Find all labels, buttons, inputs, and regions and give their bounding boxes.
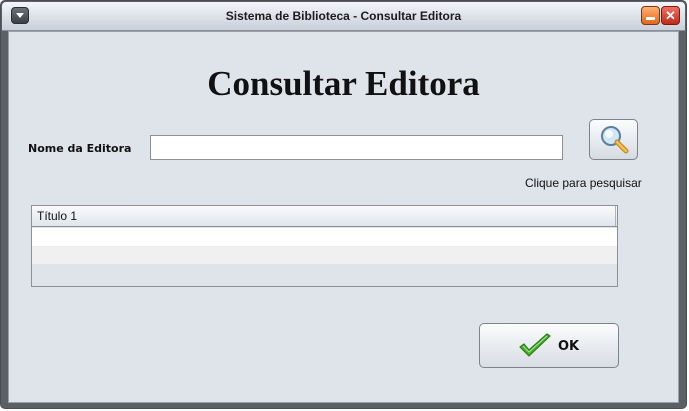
window-title: Sistema de Biblioteca - Consultar Editor… (225, 9, 462, 23)
publisher-name-label: Nome da Editora (28, 142, 132, 155)
table-row[interactable] (32, 228, 617, 246)
results-table: Título 1 (31, 205, 618, 287)
minimize-button[interactable] (641, 6, 660, 25)
form-panel: Consultar Editora Nome da Editora Clique… (8, 31, 679, 403)
publisher-name-input[interactable] (150, 135, 563, 160)
page-title: Consultar Editora (207, 64, 480, 103)
checkmark-icon (519, 333, 551, 357)
ok-button-label: OK (558, 339, 580, 354)
close-button[interactable]: ✕ (661, 6, 680, 25)
table-row[interactable] (32, 246, 617, 264)
magnifier-icon (601, 126, 629, 154)
table-header: Título 1 (32, 206, 617, 227)
search-hint: Clique para pesquisar (525, 176, 642, 190)
search-button[interactable] (589, 119, 638, 160)
column-header[interactable]: Título 1 (32, 206, 616, 226)
app-window: Sistema de Biblioteca - Consultar Editor… (0, 0, 687, 409)
ok-button[interactable]: OK (479, 323, 619, 368)
title-bar[interactable]: Sistema de Biblioteca - Consultar Editor… (2, 2, 685, 31)
